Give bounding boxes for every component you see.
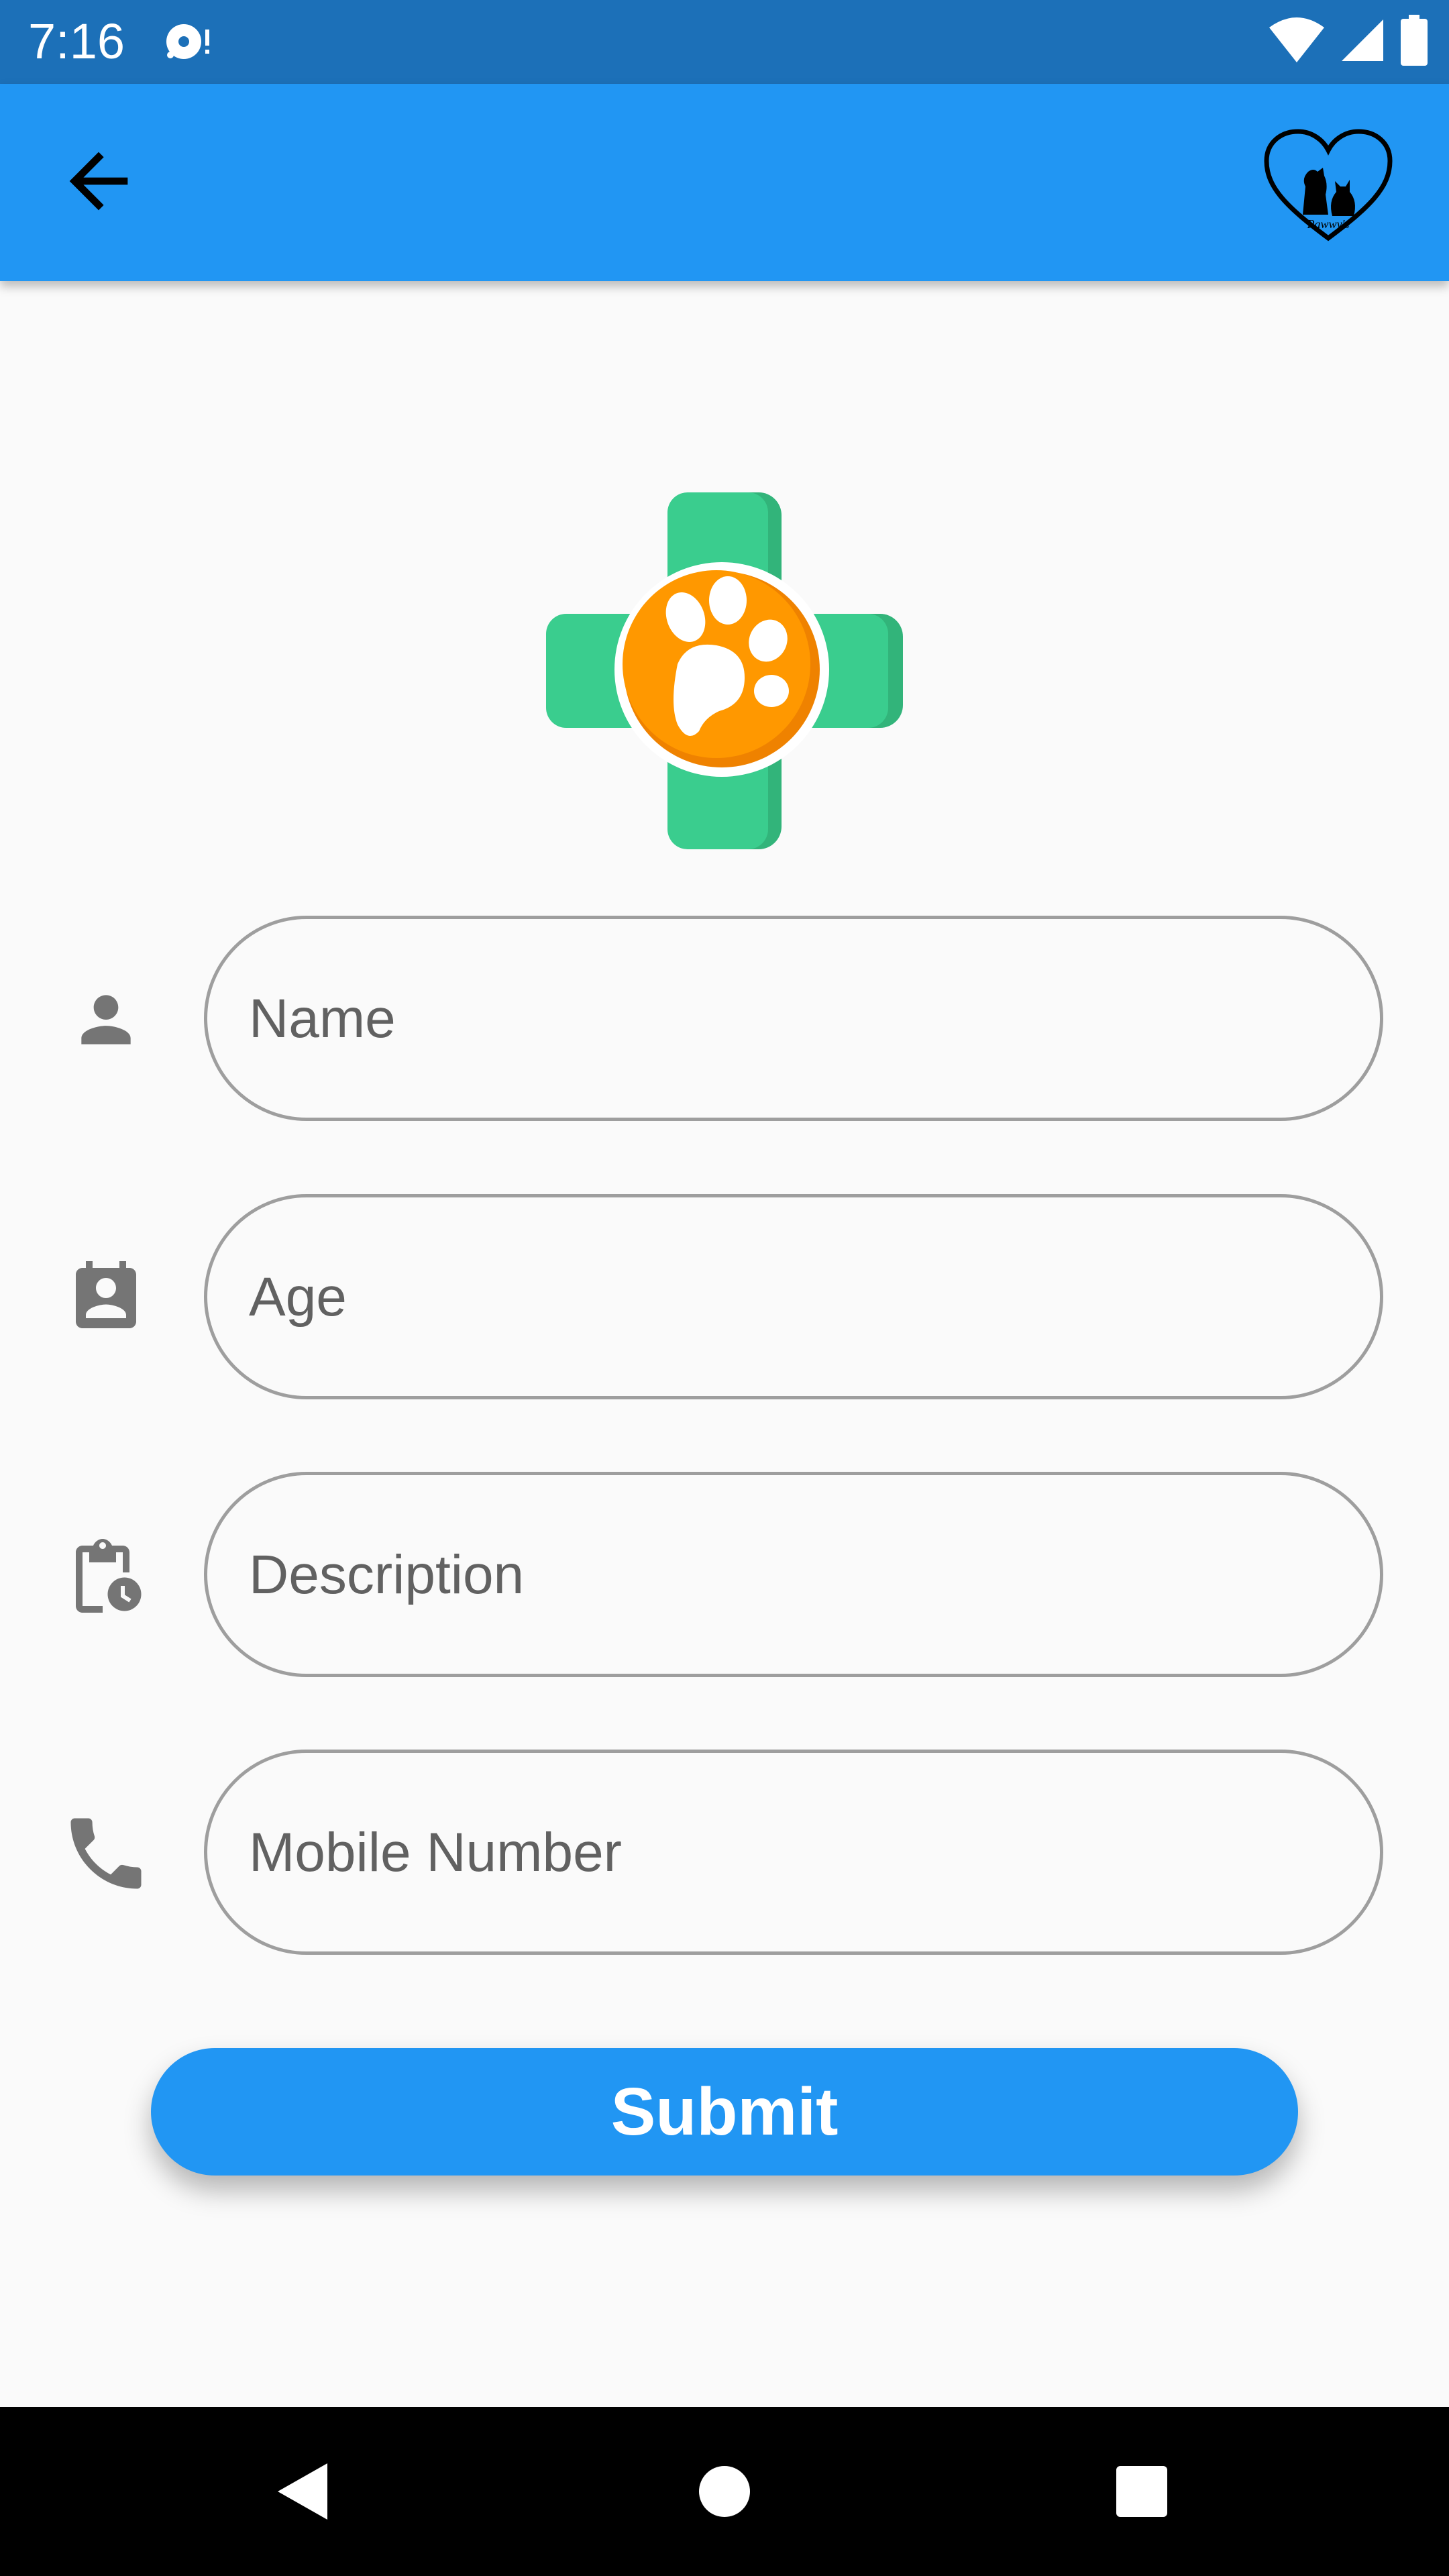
mobile-number-field[interactable] <box>204 1750 1383 1955</box>
contact-badge-icon <box>52 1261 160 1335</box>
pawwys-heart-logo[interactable]: Pawwy's <box>1261 127 1395 245</box>
name-field[interactable] <box>204 916 1383 1121</box>
mobile-number-input[interactable] <box>248 1753 1324 1953</box>
back-button[interactable] <box>42 132 156 233</box>
age-input[interactable] <box>248 1197 1324 1397</box>
description-input[interactable] <box>248 1475 1324 1675</box>
notification-icon <box>162 20 216 63</box>
description-row <box>0 1472 1449 1680</box>
status-bar: 7:16 <box>0 0 1449 84</box>
signal-icon <box>1339 17 1386 67</box>
recents-square-icon[interactable] <box>1095 2445 1189 2538</box>
app-bar: Pawwy's <box>0 84 1449 281</box>
status-time: 7:16 <box>28 13 125 69</box>
name-row <box>0 916 1449 1124</box>
logo-text: Pawwy's <box>1307 217 1350 231</box>
description-field[interactable] <box>204 1472 1383 1677</box>
home-circle-icon[interactable] <box>678 2445 771 2538</box>
phone-icon <box>52 1817 160 1890</box>
wifi-icon <box>1268 17 1326 67</box>
submit-button[interactable]: Submit <box>151 2048 1298 2176</box>
clipboard-clock-icon <box>52 1539 160 1613</box>
age-field[interactable] <box>204 1194 1383 1399</box>
battery-icon <box>1399 14 1429 69</box>
system-nav-bar <box>0 2407 1449 2576</box>
person-icon <box>52 983 160 1057</box>
back-triangle-icon[interactable] <box>255 2445 349 2538</box>
age-row <box>0 1194 1449 1402</box>
arrow-back-icon <box>55 138 142 228</box>
status-icons <box>1268 14 1429 69</box>
vet-cross-paw-logo <box>543 490 906 852</box>
mobile-row <box>0 1750 1449 1957</box>
name-input[interactable] <box>248 919 1324 1119</box>
